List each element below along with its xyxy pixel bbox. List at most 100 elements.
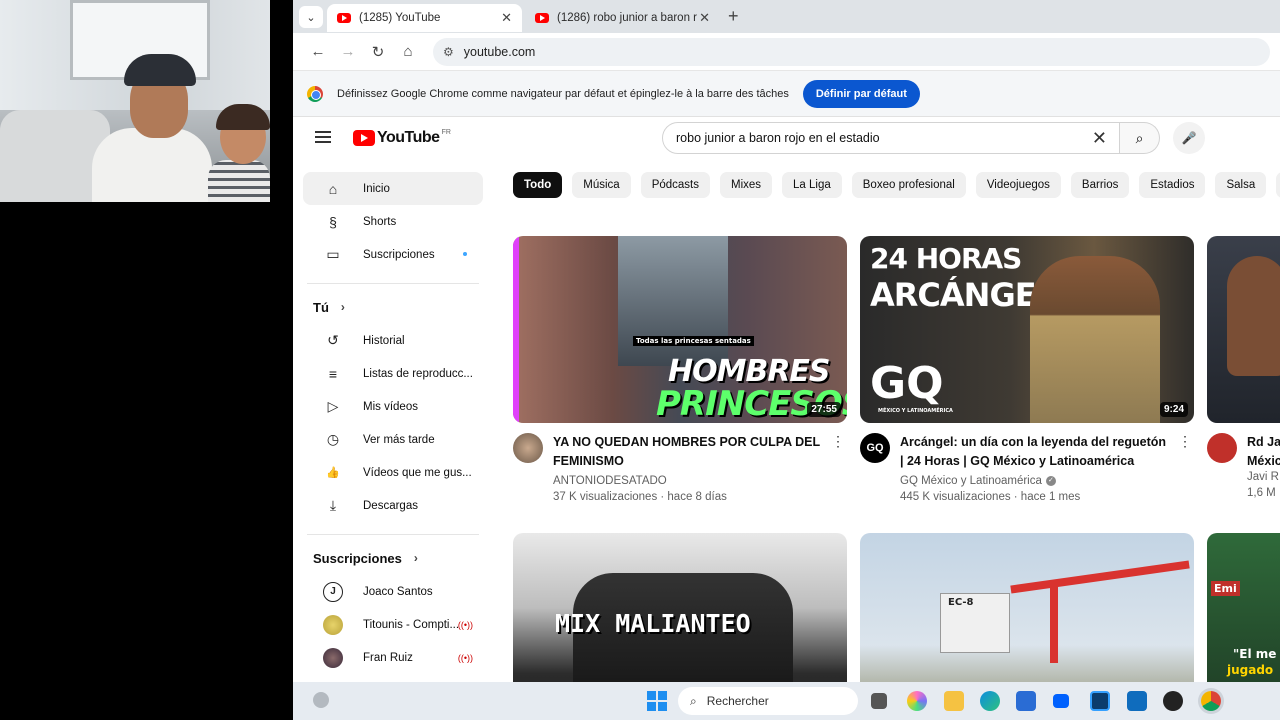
sidebar-sub-fran-ruiz[interactable]: Fran Ruiz ((•)) <box>303 641 483 674</box>
thumbnail-text: EC-8 <box>948 597 974 608</box>
sidebar-item-historial[interactable]: ↺ Historial <box>303 324 483 357</box>
more-options-icon[interactable]: ⋮ <box>831 433 845 450</box>
channel-name[interactable]: ANTONIODESATADO <box>553 475 823 487</box>
video-thumbnail[interactable]: 24 HORAS ARCÁNGEL GQ MÉXICO Y LATINOAMÉR… <box>860 236 1194 423</box>
tab-youtube-search[interactable]: (1286) robo junior a baron rojo ✕ <box>525 4 720 32</box>
sidebar-item-ver-mas-tarde[interactable]: ◷ Ver más tarde <box>303 423 483 456</box>
app-icon[interactable] <box>1090 691 1110 711</box>
tab-close-icon[interactable]: ✕ <box>501 10 512 26</box>
video-stats: 37 K visualizaciones · hace 8 días <box>553 491 727 503</box>
sidebar-item-inicio[interactable]: ⌂ Inicio <box>303 172 483 205</box>
chip-salsa[interactable]: Salsa <box>1215 172 1267 198</box>
chip-podcasts[interactable]: Pódcasts <box>640 172 710 198</box>
chip-estadios[interactable]: Estadios <box>1139 172 1206 198</box>
chip-boxeo-profesional[interactable]: Boxeo profesional <box>851 172 966 198</box>
video-card[interactable]: 24 HORAS ARCÁNGEL GQ MÉXICO Y LATINOAMÉR… <box>860 236 1194 503</box>
weather-icon[interactable] <box>313 692 329 708</box>
video-card[interactable]: Rd Ja Méxic Javi R 1,6 M <box>1207 236 1280 499</box>
chip-more[interactable]: F <box>1276 172 1280 198</box>
tab-close-icon[interactable]: ✕ <box>699 10 710 26</box>
webcam-person-man <box>92 54 212 202</box>
sidebar-item-mis-videos[interactable]: ▷ Mis vídeos <box>303 390 483 423</box>
channel-name[interactable]: GQ México y Latinoamérica ✓ <box>900 475 1170 487</box>
video-meta: GQ Arcángel: un día con la leyenda del r… <box>860 433 1194 503</box>
sidebar-item-label: Titounis - Compti... <box>363 618 460 631</box>
home-icon[interactable]: ⌂ <box>393 43 423 60</box>
search-button[interactable]: ⌕ <box>1120 122 1160 154</box>
video-title[interactable]: YA NO QUEDAN HOMBRES POR CULPA DEL FEMIN… <box>553 433 823 471</box>
tab-youtube-home[interactable]: (1285) YouTube ✕ <box>327 4 522 32</box>
channel-name[interactable]: Javi R <box>1247 471 1280 483</box>
chip-videojuegos[interactable]: Videojuegos <box>975 172 1061 198</box>
video-card[interactable]: EC-8 <box>860 533 1194 682</box>
sidebar-item-liked-videos[interactable]: 👍 Vídeos que me gus... <box>303 456 483 489</box>
video-thumbnail[interactable]: Emi "El me jugado <box>1207 533 1280 682</box>
video-card[interactable]: Todas las princesas sentadas HOMBRES PRI… <box>513 236 847 503</box>
start-button-icon[interactable] <box>647 691 667 711</box>
video-card[interactable]: MIX MALIANTEO <box>513 533 847 682</box>
video-title[interactable]: Rd Ja <box>1247 433 1280 452</box>
search-input[interactable]: robo junior a baron rojo en el estadio ✕ <box>662 122 1120 154</box>
address-bar[interactable]: ⚙ youtube.com <box>433 37 1270 66</box>
video-title[interactable]: Arcángel: un día con la leyenda del regu… <box>900 433 1170 471</box>
windows-taskbar: ⌕ Rechercher <box>293 682 1280 720</box>
reload-icon[interactable]: ↻ <box>363 43 393 61</box>
chip-mixes[interactable]: Mixes <box>720 172 773 198</box>
region-code: FR <box>441 129 451 136</box>
chip-todo[interactable]: Todo <box>513 172 563 198</box>
video-title-line2: Méxic <box>1247 454 1280 468</box>
back-arrow-icon[interactable]: ← <box>303 43 333 60</box>
store-icon[interactable] <box>1016 691 1036 711</box>
copilot-icon[interactable] <box>907 691 927 711</box>
forward-arrow-icon[interactable]: → <box>333 43 363 60</box>
sidebar-section-tu[interactable]: Tú › <box>293 290 493 324</box>
sidebar-sub-titounis[interactable]: Titounis - Compti... ((•)) <box>303 608 483 641</box>
dropbox-icon[interactable] <box>1053 694 1069 708</box>
new-tab-button[interactable]: + <box>728 6 739 27</box>
video-stats: 445 K visualizaciones · hace 1 mes <box>900 491 1081 503</box>
outlook-icon[interactable] <box>1127 691 1147 711</box>
clear-search-icon[interactable]: ✕ <box>1092 128 1107 149</box>
sidebar-item-label: Suscripciones <box>363 248 435 261</box>
address-url: youtube.com <box>463 44 536 59</box>
sidebar-sub-joaco-santos[interactable]: J Joaco Santos <box>303 575 483 608</box>
chip-musica[interactable]: Música <box>572 172 631 198</box>
sidebar-item-label: Mis vídeos <box>363 400 418 413</box>
set-default-button[interactable]: Définir par défaut <box>802 79 920 108</box>
video-thumbnail[interactable]: Todas las princesas sentadas HOMBRES PRI… <box>513 236 847 423</box>
sidebar-item-shorts[interactable]: § Shorts <box>303 205 483 238</box>
sidebar-item-descargas[interactable]: ⤓ Descargas <box>303 489 483 522</box>
video-meta: Rd Ja Méxic Javi R 1,6 M <box>1207 433 1280 499</box>
video-card[interactable]: Emi "El me jugado <box>1207 533 1280 682</box>
youtube-logo[interactable]: YouTube FR <box>353 129 451 147</box>
file-explorer-icon[interactable] <box>944 691 964 711</box>
channel-avatar[interactable] <box>513 433 543 463</box>
thumbnail-text: Emi <box>1211 581 1240 596</box>
channel-avatar[interactable] <box>1207 433 1237 463</box>
task-view-icon[interactable] <box>871 693 887 709</box>
tab-search-button[interactable]: ⌄ <box>299 6 323 28</box>
menu-icon[interactable] <box>315 131 331 143</box>
video-duration: 9:24 <box>1159 402 1188 417</box>
chrome-taskbar-icon[interactable] <box>1201 691 1221 711</box>
taskbar-search-input[interactable]: ⌕ Rechercher <box>678 687 858 715</box>
video-thumbnail[interactable]: EC-8 <box>860 533 1194 682</box>
download-icon: ⤓ <box>329 497 337 513</box>
steam-icon[interactable] <box>1163 691 1183 711</box>
site-info-icon[interactable]: ⚙ <box>443 45 454 59</box>
video-thumbnail[interactable]: MIX MALIANTEO <box>513 533 847 682</box>
filter-chips: Todo Música Pódcasts Mixes La Liga Boxeo… <box>513 172 1280 198</box>
more-options-icon[interactable]: ⋮ <box>1178 433 1192 450</box>
sidebar-item-playlists[interactable]: ≡ Listas de reproducc... <box>303 357 483 390</box>
search-icon: ⌕ <box>690 693 697 708</box>
voice-search-button[interactable]: 🎤 <box>1173 122 1205 154</box>
sidebar-item-suscripciones[interactable]: ▭ Suscripciones <box>303 238 483 271</box>
gq-logo-subtitle: MÉXICO Y LATINOAMÉRICA <box>878 408 953 414</box>
chip-la-liga[interactable]: La Liga <box>782 172 842 198</box>
sidebar-section-suscripciones[interactable]: Suscripciones › <box>293 541 493 575</box>
video-thumbnail[interactable] <box>1207 236 1280 423</box>
channel-avatar[interactable]: GQ <box>860 433 890 463</box>
chip-barrios[interactable]: Barrios <box>1070 172 1130 198</box>
history-icon: ↺ <box>327 332 339 348</box>
edge-icon[interactable] <box>980 691 1000 711</box>
